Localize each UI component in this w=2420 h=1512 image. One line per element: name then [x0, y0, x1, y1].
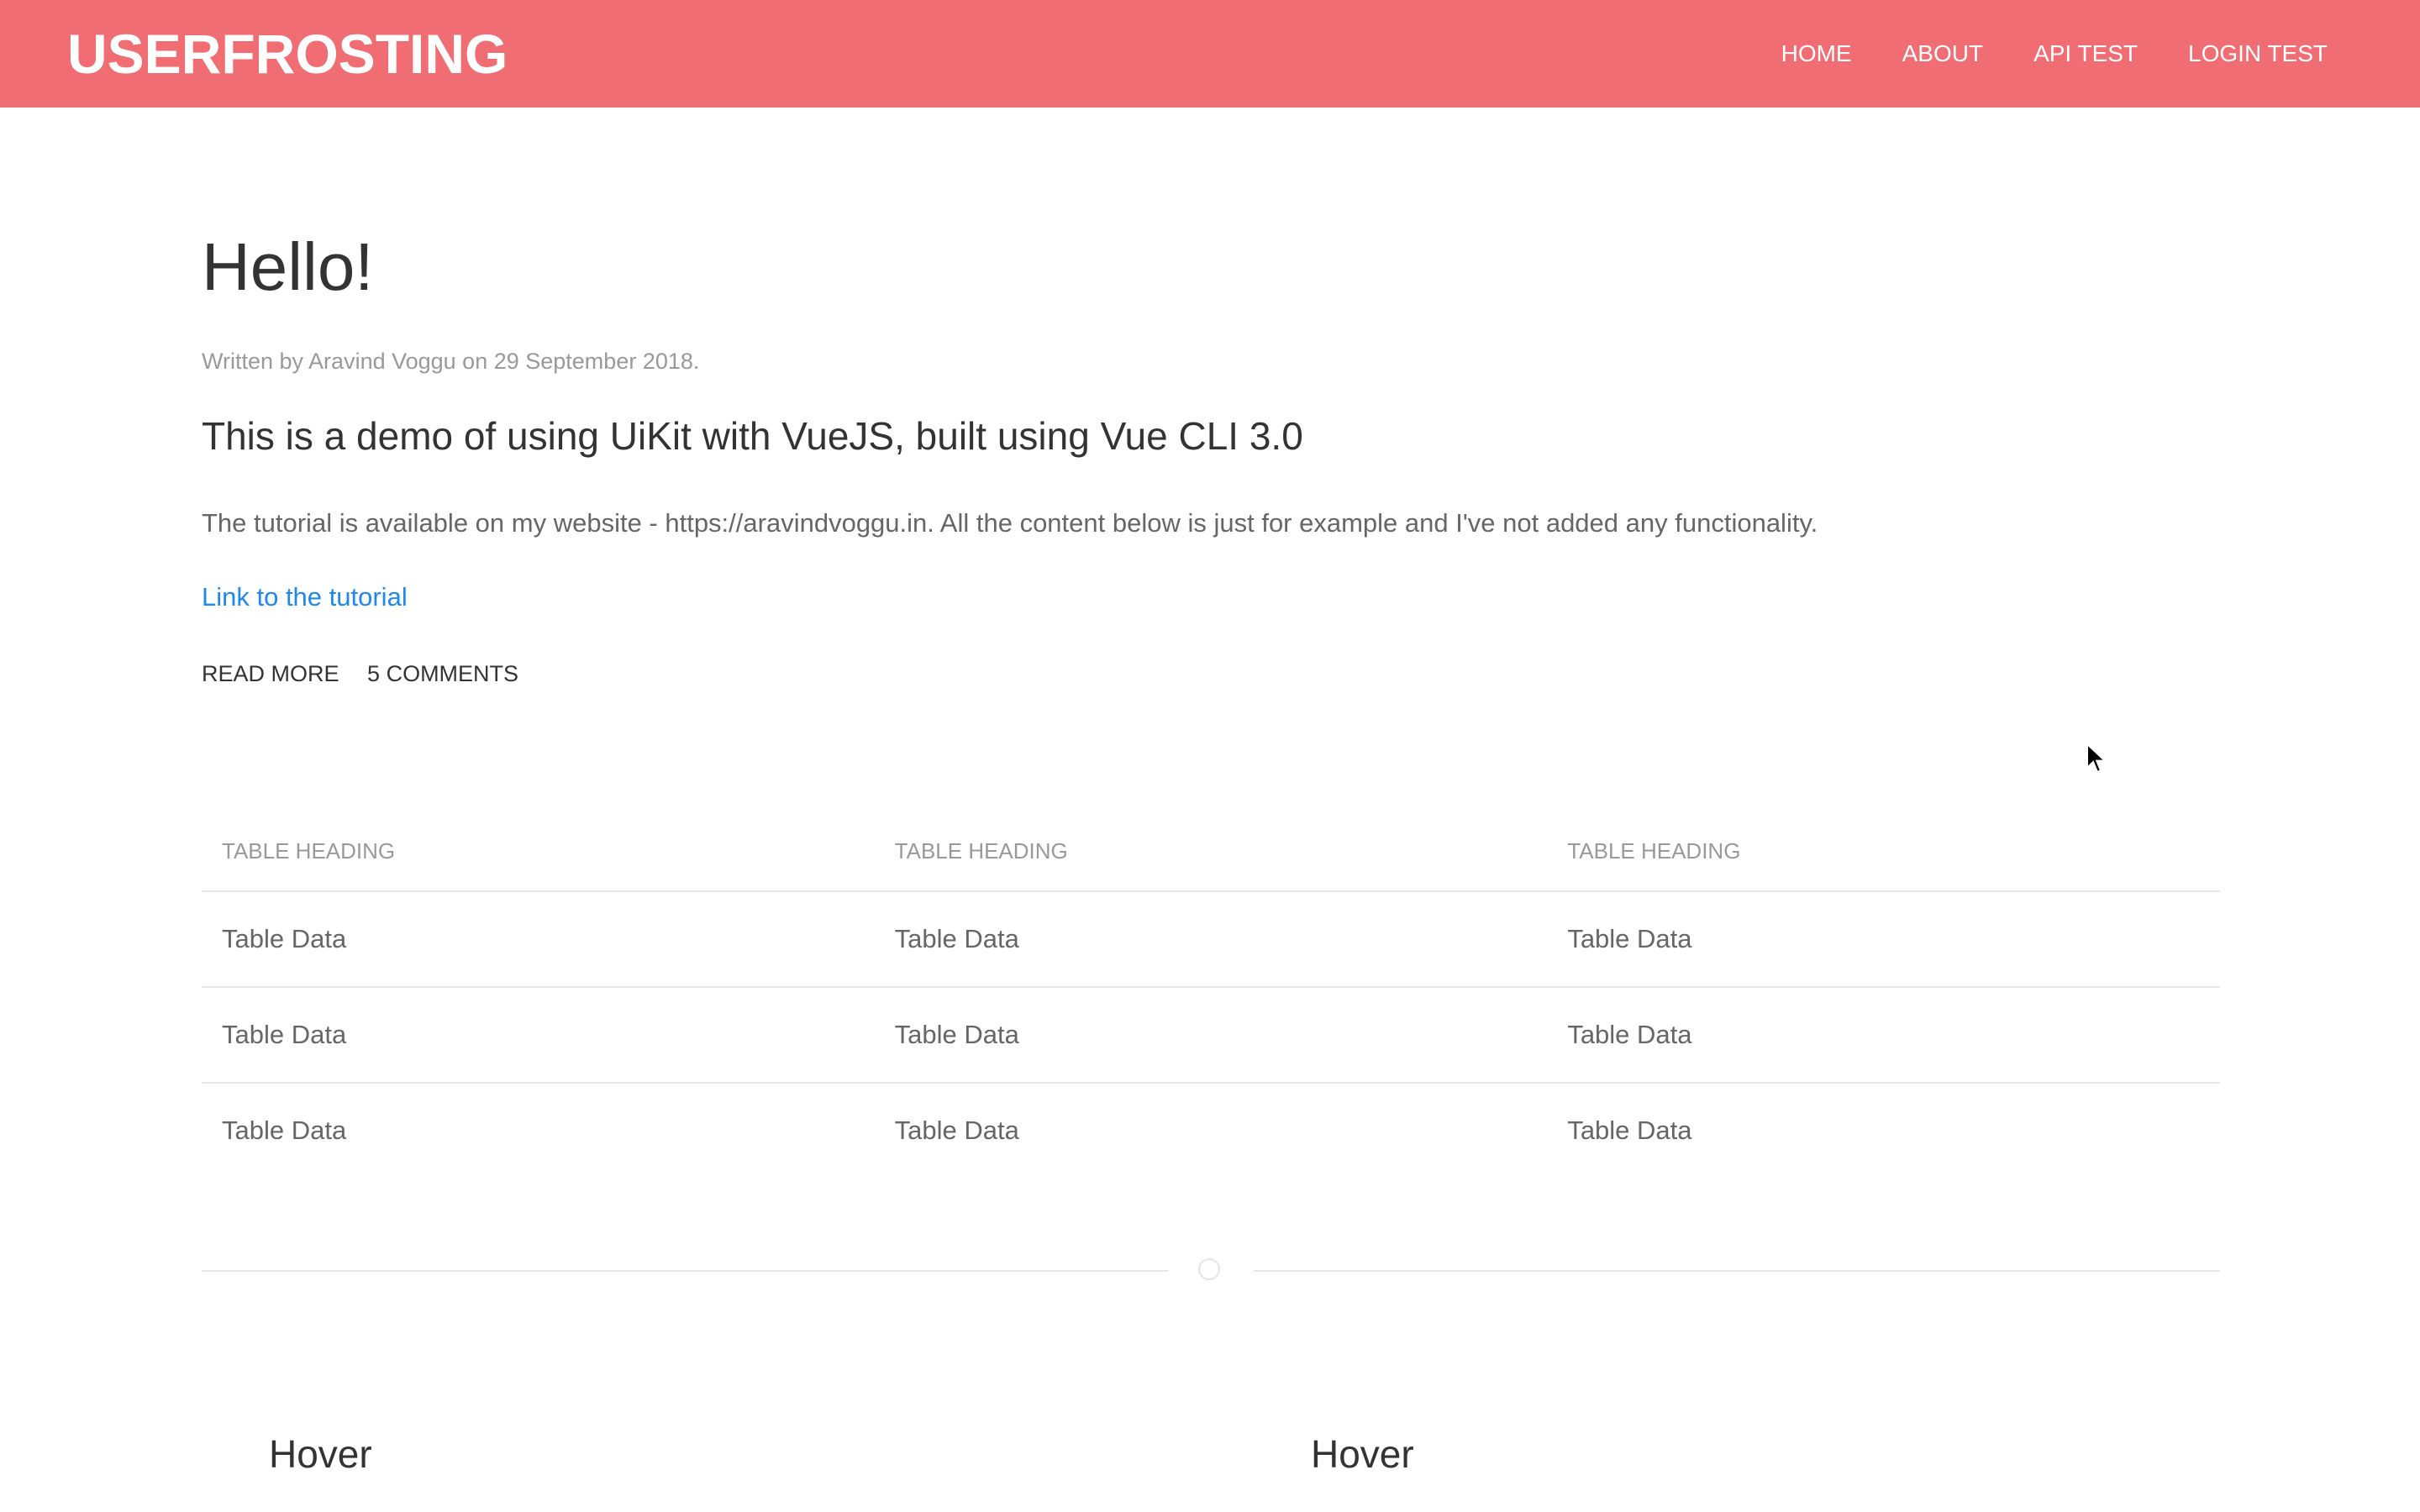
main-nav: HOME ABOUT API TEST LOGIN TEST [1781, 0, 2328, 108]
article-actions: READ MORE 5 COMMENTS [202, 657, 540, 690]
divider-line [1254, 1270, 2220, 1272]
table-row: Table Data Table Data Table Data [202, 1083, 2220, 1178]
article-body: The tutorial is available on my website … [202, 508, 1818, 538]
divider-line [202, 1270, 1168, 1272]
nav-item-login-test[interactable]: LOGIN TEST [2188, 40, 2328, 67]
table-cell: Table Data [1547, 891, 2220, 988]
mouse-cursor-icon [2086, 743, 2107, 774]
table-heading: TABLE HEADING [874, 811, 1548, 892]
card-title: Hover [269, 1432, 372, 1476]
nav-item-home[interactable]: HOME [1781, 40, 1852, 67]
navbar: USERFROSTING HOME ABOUT API TEST LOGIN T… [0, 0, 2420, 108]
data-table: TABLE HEADING TABLE HEADING TABLE HEADIN… [202, 811, 2220, 1178]
table-heading: TABLE HEADING [1547, 811, 2220, 892]
table-row: Table Data Table Data Table Data [202, 987, 2220, 1084]
card-title: Hover [1311, 1432, 1414, 1476]
comments-link[interactable]: 5 COMMENTS [367, 661, 518, 686]
tutorial-link[interactable]: Link to the tutorial [202, 578, 408, 617]
table-cell: Table Data [1547, 987, 2220, 1084]
article-title: Hello! [202, 229, 374, 304]
table-cell: Table Data [202, 891, 875, 988]
table-heading: TABLE HEADING [202, 811, 875, 892]
table-cell: Table Data [874, 891, 1548, 988]
nav-item-api-test[interactable]: API TEST [2033, 40, 2138, 67]
table-cell: Table Data [894, 1116, 1019, 1145]
table-cell: Table Data [874, 987, 1548, 1084]
site-logo[interactable]: USERFROSTING [67, 24, 508, 84]
nav-item-about[interactable]: ABOUT [1902, 40, 1983, 67]
read-more-link[interactable]: READ MORE [202, 661, 339, 686]
table-cell: Table Data [1567, 1116, 1692, 1145]
article-meta: Written by Aravind Voggu on 29 September… [202, 349, 700, 374]
article-lead: This is a demo of using UiKit with VueJS… [202, 414, 1303, 458]
section-divider [202, 1258, 2220, 1284]
table-header-row: TABLE HEADING TABLE HEADING TABLE HEADIN… [202, 811, 2220, 892]
table-cell: Table Data [222, 1116, 347, 1145]
table-row: Table Data Table Data Table Data [202, 891, 2220, 988]
divider-circle-icon [1198, 1258, 1220, 1280]
table-cell: Table Data [202, 987, 875, 1084]
